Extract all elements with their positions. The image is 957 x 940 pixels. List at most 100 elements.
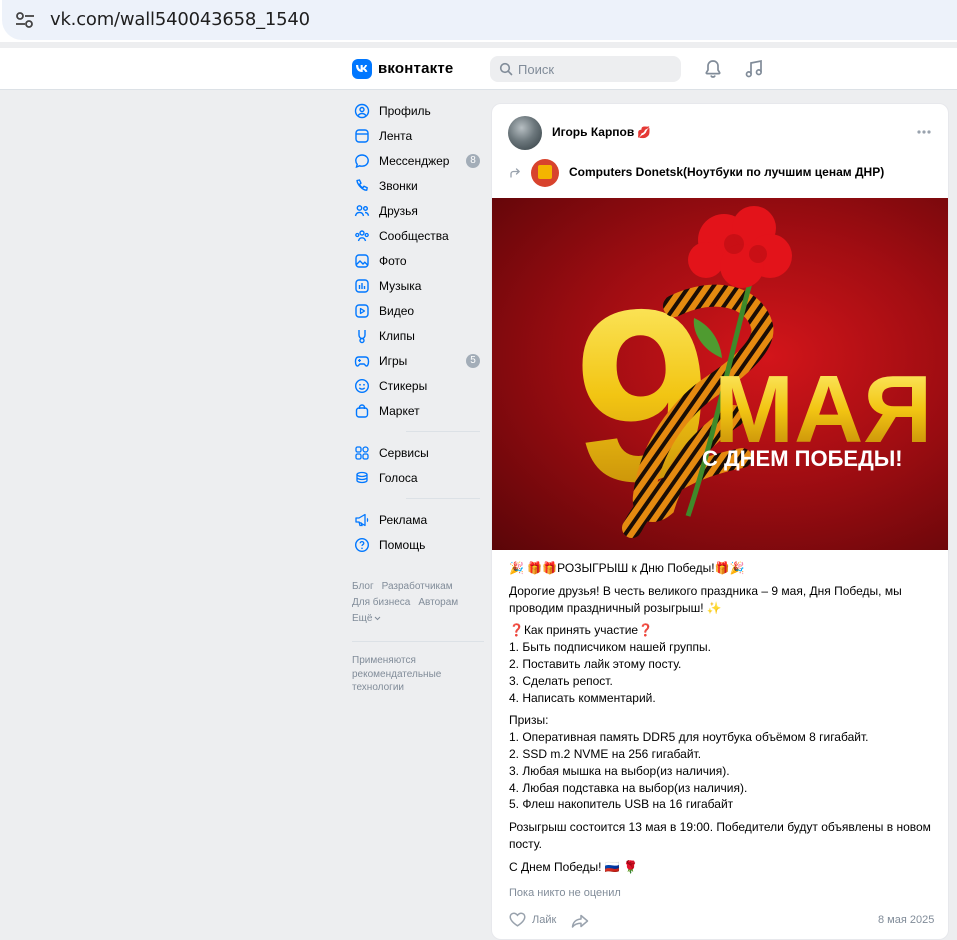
url-field[interactable]: vk.com/wall540043658_1540 [2, 0, 957, 40]
games-count-badge: 5 [466, 354, 480, 368]
services-icon [355, 445, 369, 460]
sidebar-item-label: Сервисы [379, 445, 429, 460]
help-icon [354, 537, 370, 552]
post-paragraph: Розыгрыш состоится 13 мая в 19:00. Побед… [509, 820, 931, 851]
sidebar-item-label: Сообщества [379, 228, 449, 243]
search-box[interactable] [490, 56, 681, 82]
sidebar-item-photo[interactable]: Фото [352, 248, 484, 273]
sidebar-divider [352, 641, 484, 642]
like-button[interactable]: Лайк [509, 912, 556, 927]
likes-note: Пока никто не оценил [509, 887, 621, 899]
message-icon [355, 153, 369, 168]
friends-icon [354, 204, 370, 216]
author-emoji: 💋 [637, 127, 651, 139]
group-name[interactable]: Computers Donetsk(Ноутбуки по лучшим цен… [569, 165, 884, 179]
sidebar-item-label: Голоса [379, 470, 418, 485]
repost-arrow-icon [510, 168, 520, 178]
sidebar-item-games[interactable]: Игры 5 [352, 348, 484, 373]
recommendation-note[interactable]: Применяются рекомендательные технологии [352, 654, 462, 695]
music-note-icon[interactable] [743, 58, 765, 80]
footer-link-blog[interactable]: Блог [352, 581, 374, 592]
sidebar-item-label: Реклама [379, 512, 428, 527]
sidebar-footer-links: Блог Разработчикам Для бизнеса Авторам Ещё [352, 579, 484, 627]
sidebar-item-calls[interactable]: Звонки [352, 173, 484, 198]
sidebar-item-help[interactable]: Помощь [352, 532, 484, 557]
sidebar-item-ads[interactable]: Реклама [352, 507, 484, 532]
sidebar-item-services[interactable]: Сервисы [352, 440, 484, 465]
sidebar-item-label: Видео [379, 303, 415, 318]
megaphone-icon [355, 513, 369, 526]
sidebar-item-messenger[interactable]: Мессенджер 8 [352, 148, 484, 173]
vk-logo-icon[interactable] [352, 59, 372, 79]
share-icon[interactable] [570, 912, 590, 930]
search-input[interactable] [518, 60, 668, 78]
sidebar-divider [406, 498, 480, 499]
group-avatar[interactable] [531, 159, 559, 187]
post-text: 🎉 🎁🎁РОЗЫГРЫШ к Дню Победы!🎁🎉 Дорогие дру… [509, 560, 939, 882]
sidebar-item-label: Игры [379, 353, 408, 368]
video-icon [355, 303, 369, 318]
sidebar-item-music[interactable]: Музыка [352, 273, 484, 298]
footer-link-developers[interactable]: Разработчикам [382, 581, 453, 592]
sidebar-item-label: Маркет [379, 403, 420, 418]
sidebar-item-label: Лента [379, 128, 413, 143]
left-sidebar: Профиль Лента Мессенджер 8 Звонки Друзья… [352, 98, 484, 695]
author-avatar[interactable] [508, 116, 542, 150]
sidebar-item-label: Помощь [379, 537, 426, 552]
sidebar-item-label: Музыка [379, 278, 422, 293]
sidebar-divider [406, 431, 480, 432]
post-image-victory-day[interactable]: 9 МАЯ С ДНЕМ ПОБЕДЫ! [492, 198, 948, 550]
sidebar-item-profile[interactable]: Профиль [352, 98, 484, 123]
sidebar-item-market[interactable]: Маркет [352, 398, 484, 423]
sidebar-item-label: Профиль [379, 103, 431, 118]
sidebar-item-votes[interactable]: Голоса [352, 465, 484, 490]
sidebar-item-friends[interactable]: Друзья [352, 198, 484, 223]
communities-icon [355, 229, 369, 241]
footer-link-more[interactable]: Ещё [352, 613, 381, 624]
author-name[interactable]: Игорь Карпов 💋 [552, 125, 651, 139]
url-text[interactable]: vk.com/wall540043658_1540 [50, 9, 310, 30]
post-paragraph: Призы: 1. Оперативная память DDR5 для но… [509, 713, 869, 812]
sidebar-item-label: Друзья [379, 203, 418, 218]
search-icon [499, 62, 513, 76]
post-paragraph: ❓Как принять участие❓ 1. Быть подписчико… [509, 623, 712, 705]
sidebar-item-label: Клипы [379, 328, 415, 343]
sidebar-item-label: Стикеры [379, 378, 428, 393]
clips-icon [358, 329, 366, 343]
sidebar-item-video[interactable]: Видео [352, 298, 484, 323]
newsfeed-icon [355, 128, 369, 143]
bell-icon[interactable] [702, 58, 724, 80]
vk-header: вконтакте [0, 48, 957, 90]
chevron-down-icon [375, 616, 381, 621]
photo-icon [355, 253, 369, 268]
vk-wordmark[interactable]: вконтакте [378, 60, 453, 77]
sidebar-item-clips[interactable]: Клипы [352, 323, 484, 348]
unread-count-badge: 8 [466, 154, 480, 168]
post-date[interactable]: 8 мая 2025 [878, 914, 934, 926]
sidebar-item-feed[interactable]: Лента [352, 123, 484, 148]
footer-link-business[interactable]: Для бизнеса [352, 597, 410, 608]
victory-day-illustration: 9 МАЯ С ДНЕМ ПОБЕДЫ! [574, 206, 932, 538]
user-circle-icon [354, 103, 370, 118]
shopping-bag-icon [355, 403, 369, 418]
sidebar-item-label: Мессенджер [379, 153, 450, 168]
like-label: Лайк [532, 913, 557, 926]
sidebar-item-communities[interactable]: Сообщества [352, 223, 484, 248]
footer-link-authors[interactable]: Авторам [418, 597, 458, 608]
more-options-icon[interactable] [916, 129, 932, 135]
music-icon [355, 278, 369, 293]
sidebar-item-label: Звонки [379, 178, 418, 193]
post-paragraph: Дорогие друзья! В честь великого праздни… [509, 583, 902, 615]
gamepad-icon [354, 355, 370, 367]
browser-address-bar: vk.com/wall540043658_1540 [0, 0, 957, 42]
sidebar-item-stickers[interactable]: Стикеры [352, 373, 484, 398]
tune-icon[interactable] [14, 9, 36, 31]
post-paragraph: 🎉 🎁🎁РОЗЫГРЫШ к Дню Победы!🎁🎉 [509, 561, 745, 575]
author-name-text: Игорь Карпов [552, 125, 635, 139]
wall-post: Игорь Карпов 💋 Computers Donetsk(Ноутбуки… [491, 103, 949, 940]
heart-icon [509, 912, 526, 927]
phone-icon [356, 178, 368, 191]
sidebar-item-label: Фото [379, 253, 407, 268]
smile-icon [354, 378, 370, 393]
greeting-text: С ДНЕМ ПОБЕДЫ! [702, 446, 903, 471]
